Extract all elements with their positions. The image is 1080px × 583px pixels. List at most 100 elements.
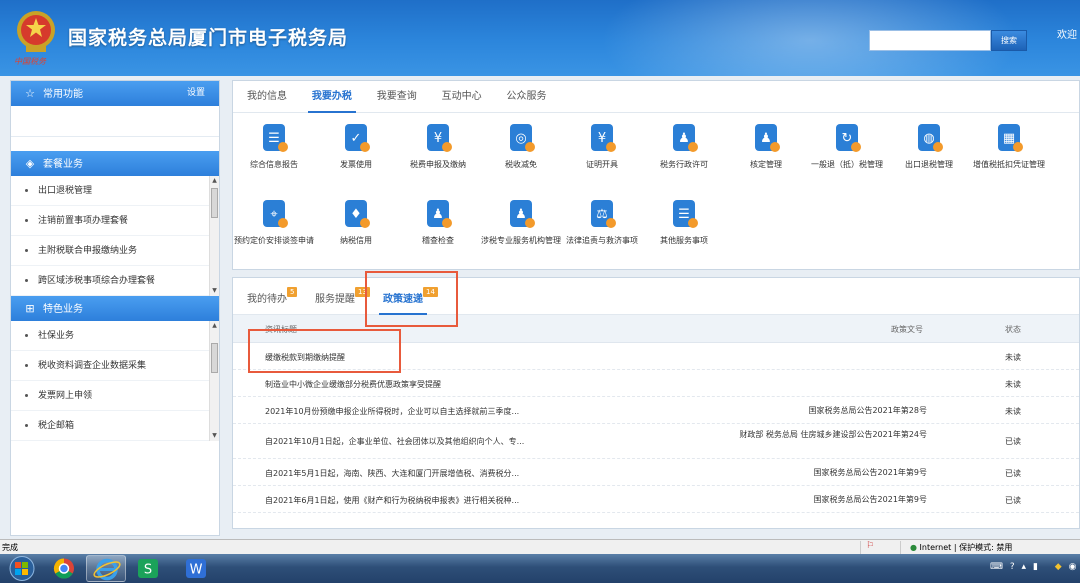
package-header[interactable]: ◈ 套餐业务 [11, 151, 219, 176]
function-refund-cycle[interactable]: ↻ 一般退（抵）税管理 [806, 121, 888, 170]
special-list: 社保业务 税收资料调查企业数据采集 发票网上申领 税企邮箱 ▲ ▼ [11, 321, 219, 441]
help-icon[interactable]: ? [1010, 562, 1015, 572]
notice-status: 未读 [1005, 407, 1021, 416]
package-scrollbar[interactable]: ▲ ▼ [209, 176, 219, 296]
start-button[interactable] [2, 555, 42, 582]
volume-icon[interactable]: ▮ [1033, 562, 1038, 572]
sidebar-item-export-refund[interactable]: 出口退税管理 [11, 176, 219, 206]
star-icon: ☆ [25, 87, 35, 100]
scroll-down-icon[interactable]: ▼ [210, 286, 219, 296]
notice-title[interactable]: 2021年10月份预缴申报企业所得税时，企业可以自主选择就前三季度... [265, 406, 519, 417]
notice-title[interactable]: 制造业中小微企业缓缴部分税费优惠政策享受提醒 [265, 379, 441, 390]
count-badge: 5 [287, 287, 298, 297]
scroll-up-icon[interactable]: ▲ [210, 321, 219, 331]
refund-cycle-icon: ↻ [836, 124, 861, 152]
function-inspection-user[interactable]: ♟ 稽查检查 [397, 197, 479, 246]
function-assessment-user[interactable]: ♟ 核定管理 [725, 121, 807, 170]
tab-public-service[interactable]: 公众服务 [507, 81, 547, 112]
taskbar-chrome-button[interactable] [44, 555, 84, 582]
notice-title[interactable]: 自2021年10月1日起，企事业单位、社会团体以及其他组织向个人、专... [265, 436, 524, 447]
highlight-box-first-notice [248, 329, 401, 373]
function-tax-agent[interactable]: ▤ 税务代 [1051, 121, 1079, 170]
search-input[interactable] [869, 30, 991, 51]
security-zone-label: Internet | 保护模式: 禁用 [919, 543, 1013, 552]
tab-query[interactable]: 我要查询 [377, 81, 417, 112]
table-row[interactable]: 制造业中小微企业缓缴部分税费优惠政策享受提醒 未读 [233, 370, 1079, 397]
taskbar-wps-sheet-button[interactable]: S [128, 555, 168, 582]
function-label: 发票使用 [340, 160, 372, 169]
tab-handle-tax[interactable]: 我要办税 [307, 81, 356, 113]
function-legal-gavel[interactable]: ⚖ 法律追责与救济事项 [561, 197, 643, 246]
bullet-icon [25, 364, 28, 367]
tab-label: 我的待办 [247, 294, 287, 305]
table-row[interactable]: 2021年10月份预缴申报企业所得税时，企业可以自主选择就前三季度... 国家税务… [233, 397, 1079, 424]
function-credit-diamond[interactable]: ♦ 纳税信用 [315, 197, 397, 246]
tab-interaction[interactable]: 互动中心 [442, 81, 482, 112]
special-scrollbar[interactable]: ▲ ▼ [209, 321, 219, 441]
function-other-list[interactable]: ☰ 其他服务事项 [643, 197, 725, 246]
function-label: 其他服务事项 [660, 236, 708, 245]
writer-app-icon: W [186, 559, 206, 578]
svg-text:◎: ◎ [515, 131, 526, 146]
function-label: 税收减免 [505, 160, 537, 169]
sidebar-item-deregistration[interactable]: 注销前置事项办理套餐 [11, 206, 219, 236]
grid-icon: ⊞ [25, 302, 35, 315]
svg-text:✓: ✓ [351, 131, 362, 146]
table-row[interactable]: 自2021年6月1日起，使用《财产和行为税纳税申报表》进行相关税种... 国家税务… [233, 486, 1079, 513]
notice-title[interactable]: 自2021年6月1日起，使用《财产和行为税纳税申报表》进行相关税种... [265, 495, 519, 506]
security-icon[interactable]: ◉ [1069, 562, 1077, 572]
popup-blocked-icon[interactable]: ⚐ [866, 541, 874, 551]
taskbar-ie-button[interactable] [86, 555, 126, 582]
sidebar-item-label: 跨区域涉税事项综合办理套餐 [38, 276, 156, 286]
system-tray[interactable]: ⌨ ? ▴ ▮ ◆ ◉ [990, 562, 1076, 572]
notice-title[interactable]: 自2021年5月1日起，海南、陕西、大连和厦门开展增值税、消费税分... [265, 468, 519, 479]
function-agency-gear[interactable]: ♟ 涉税专业服务机构管理 [480, 197, 562, 246]
notice-doc: 国家税务总局公告2021年第9号 [813, 468, 927, 477]
table-row[interactable]: 自2021年5月1日起，海南、陕西、大连和厦门开展增值税、消费税分... 国家税务… [233, 459, 1079, 486]
legal-gavel-icon: ⚖ [591, 200, 616, 228]
sidebar-item-cross-region[interactable]: 跨区域涉税事项综合办理套餐 [11, 266, 219, 296]
common-functions-header: ☆ 常用功能 设置 [11, 81, 219, 106]
internet-explorer-icon [93, 558, 121, 581]
tab-my-todo[interactable]: 我的待办 5 [247, 278, 298, 315]
scroll-thumb[interactable] [211, 188, 218, 218]
sidebar-item-social-security[interactable]: 社保业务 [11, 321, 219, 351]
globe-icon: ● [910, 543, 917, 552]
function-admin-license[interactable]: ♟ 税务行政许可 [643, 121, 725, 170]
tray-arrow-icon[interactable]: ▴ [1022, 562, 1027, 572]
scroll-thumb[interactable] [211, 343, 218, 373]
scroll-up-icon[interactable]: ▲ [210, 176, 219, 186]
function-tax-payment[interactable]: ¥ 税费申报及缴纳 [397, 121, 479, 170]
function-label: 一般退（抵）税管理 [811, 160, 883, 169]
sidebar-item-label: 社保业务 [38, 331, 75, 341]
package-list: 出口退税管理 注销前置事项办理套餐 主附税联合申报缴纳业务 跨区域涉税事项综合办… [11, 176, 219, 296]
function-invoice-ticket[interactable]: ✓ 发票使用 [315, 121, 397, 170]
settings-link[interactable]: 设置 [187, 81, 205, 106]
scroll-down-icon[interactable]: ▼ [210, 431, 219, 441]
function-tax-relief-coin[interactable]: ◎ 税收减免 [480, 121, 562, 170]
tab-my-info[interactable]: 我的信息 [247, 81, 287, 112]
bullet-icon [25, 249, 28, 252]
welcome-text: 欢迎 [1057, 30, 1077, 41]
sidebar-item-mailbox[interactable]: 税企邮箱 [11, 411, 219, 441]
function-export-globe[interactable]: ◍ 出口退税管理 [888, 121, 970, 170]
sidebar-item-invoice-apply[interactable]: 发票网上申领 [11, 381, 219, 411]
function-report-clipboard[interactable]: ☰ 综合信息报告 [233, 121, 315, 170]
tab-service-reminder[interactable]: 服务提醒 13 [315, 278, 370, 315]
sidebar-item-joint-filing[interactable]: 主附税联合申报缴纳业务 [11, 236, 219, 266]
keyboard-icon[interactable]: ⌨ [990, 562, 1003, 572]
notice-panel: 我的待办 5 服务提醒 13 政策速递 14 资讯标题 政策文号 状态 缓缴税款到期缴… [232, 277, 1080, 529]
table-row[interactable]: 自2021年10月1日起，企事业单位、社会团体以及其他组织向个人、专... 财政部… [233, 424, 1079, 459]
special-header[interactable]: ⊞ 特色业务 [11, 296, 219, 321]
function-vat-deduction[interactable]: ▦ 增值税抵扣凭证管理 [968, 121, 1050, 170]
taskbar-wps-writer-button[interactable]: W [176, 555, 216, 582]
svg-text:♟: ♟ [515, 207, 527, 222]
search-button[interactable]: 搜索 [991, 30, 1027, 51]
sidebar-item-data-collection[interactable]: 税收资料调查企业数据采集 [11, 351, 219, 381]
bullet-icon [25, 219, 28, 222]
network-icon[interactable]: ◆ [1055, 562, 1062, 572]
status-divider [860, 541, 861, 554]
function-pricing-compass[interactable]: ⌖ 预约定价安排谈签申请 [233, 197, 315, 246]
bullet-icon [25, 424, 28, 427]
function-certificate-ticket[interactable]: ¥ 证明开具 [561, 121, 643, 170]
